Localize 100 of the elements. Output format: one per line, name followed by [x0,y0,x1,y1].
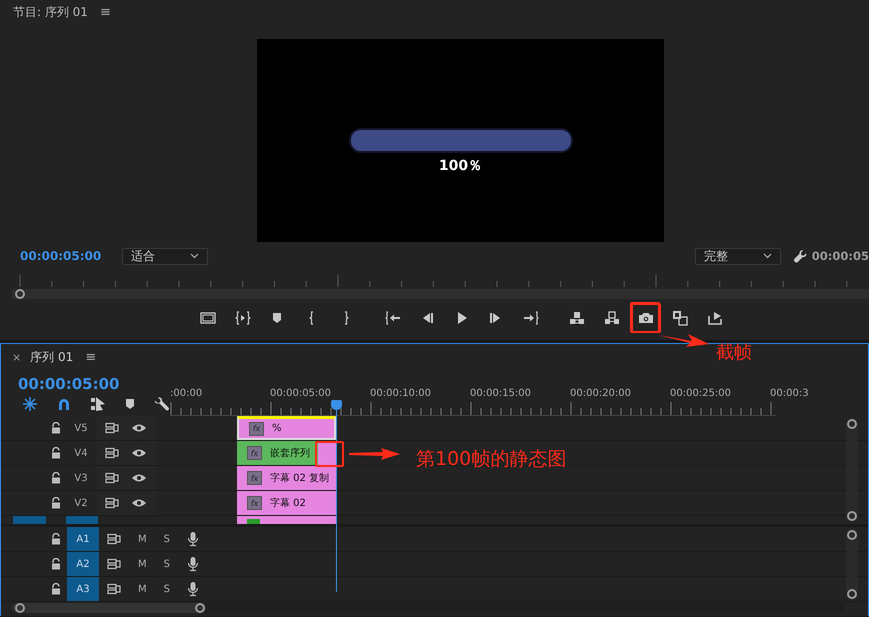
lift-icon [569,310,585,326]
marker-icon[interactable] [124,397,136,411]
track-name[interactable]: A1 [67,527,99,551]
track-name[interactable]: V5 [65,422,97,434]
clip[interactable]: fx 嵌套序列 [237,441,336,465]
lock-icon[interactable] [51,472,61,484]
lock-icon[interactable] [51,533,61,545]
arrow [349,447,401,461]
scrollbar-thumb[interactable] [12,603,206,613]
export-icon [706,310,722,326]
still-frame-segment [318,441,336,465]
annotation-text: 第100帧的静态图 [416,447,566,472]
mark-out-icon [344,311,348,325]
solo-button[interactable]: S [164,534,170,544]
magnet-icon[interactable] [56,396,72,412]
panel-menu-button[interactable]: ≡ [100,4,111,20]
sync-lock-icon[interactable] [105,472,119,484]
sync-lock-icon[interactable] [107,533,121,545]
lock-icon[interactable] [51,422,61,434]
panel-title[interactable]: 序列 01 [30,348,74,366]
lock-icon[interactable] [51,497,61,509]
solo-button[interactable]: S [164,558,170,570]
track-name[interactable]: V4 [65,448,97,458]
annotation-text: 截帧 [716,341,752,364]
track-name[interactable]: A3 [67,577,99,601]
clip[interactable]: fx 字幕 02 复制 [237,466,336,490]
track-name[interactable]: A2 [67,552,99,576]
camera-icon [638,310,654,326]
track-name[interactable]: V2 [65,498,97,508]
fx-badge: fx [249,422,264,436]
duration-timecode: 00:00:05 [812,249,869,263]
playhead-timecode[interactable]: 00:00:05:00 [18,375,170,393]
panel-title: 节目: 序列 01 [13,4,88,20]
scrollbar[interactable] [12,603,844,613]
ruler-label: :00:00 [170,388,204,399]
clip[interactable] [237,516,336,524]
playhead-timecode[interactable]: 00:00:05:00 [20,249,122,263]
playhead-line[interactable] [331,400,342,592]
ruler-label: 00:00:10:00 [370,388,432,399]
playhead-handle[interactable] [15,289,25,299]
go-to-out-icon [522,310,538,326]
sync-lock-icon[interactable] [105,447,119,459]
ruler-label: 00:00:20:00 [570,388,632,399]
eye-icon[interactable] [131,423,147,433]
chevron-icon [190,253,199,259]
fx-badge: fx [247,446,262,460]
ruler-label: 00:00:25:00 [670,388,732,399]
play-in-to-out-icon [234,310,250,326]
solo-button[interactable]: S [164,584,170,594]
snap-icon[interactable] [22,396,38,412]
track-name[interactable]: V3 [65,472,97,484]
clip-label: 字幕 02 [270,496,306,510]
compare-icon [672,310,688,326]
clip[interactable]: fx % [237,416,336,440]
go-to-in-icon [384,310,400,326]
sync-lock-icon[interactable] [107,558,121,570]
clip[interactable]: fx 字幕 02 [237,491,336,515]
highlight-box [315,441,344,467]
close-button[interactable]: × [12,350,22,364]
fx-badge: fx [247,471,262,485]
progress-text: 100％ [438,157,482,175]
scrollbar[interactable] [846,529,858,600]
mute-button[interactable]: M [138,534,147,544]
extract-icon [604,310,620,326]
clip-label: 字幕 02 复制 [270,472,330,485]
lock-icon[interactable] [51,558,61,570]
lock-icon[interactable] [51,447,61,459]
safe-margins-icon [200,310,216,326]
microphone-icon[interactable] [187,531,199,547]
ruler-ticks[interactable] [170,402,776,416]
fx-badge [247,519,260,524]
zoom-dropdown[interactable]: 适合 [122,248,208,264]
track-target[interactable] [66,516,98,524]
wrench-icon[interactable] [154,396,170,412]
fx-badge: fx [247,496,262,510]
lock-icon[interactable] [51,583,61,595]
ruler-label: 00:00:05:00 [270,388,332,399]
clip-label: % [272,423,282,434]
mark-in-icon [309,311,314,325]
linked-selection-icon[interactable] [90,396,106,412]
highlight-box [630,302,660,333]
sync-lock-icon[interactable] [105,422,119,434]
sync-lock-icon[interactable] [105,497,119,509]
clip-label: 嵌套序列 [270,446,310,460]
ruler-label: 00:00:15:00 [470,388,532,399]
settings-button[interactable] [792,248,808,264]
eye-icon[interactable] [131,498,147,508]
mute-button[interactable]: M [138,558,147,570]
scrollbar[interactable] [846,418,858,522]
mute-button[interactable]: M [138,584,147,594]
resolution-dropdown[interactable]: 完整 [694,248,781,264]
sync-lock-icon[interactable] [107,583,121,595]
panel-menu-button[interactable]: ≡ [85,350,96,364]
ruler-label: 00:00:3 [770,388,810,399]
microphone-icon[interactable] [187,581,199,597]
microphone-icon[interactable] [187,556,199,572]
eye-icon[interactable] [131,473,147,483]
chevron-icon [762,253,772,259]
camera-button[interactable] [631,303,661,333]
eye-icon[interactable] [131,448,147,458]
